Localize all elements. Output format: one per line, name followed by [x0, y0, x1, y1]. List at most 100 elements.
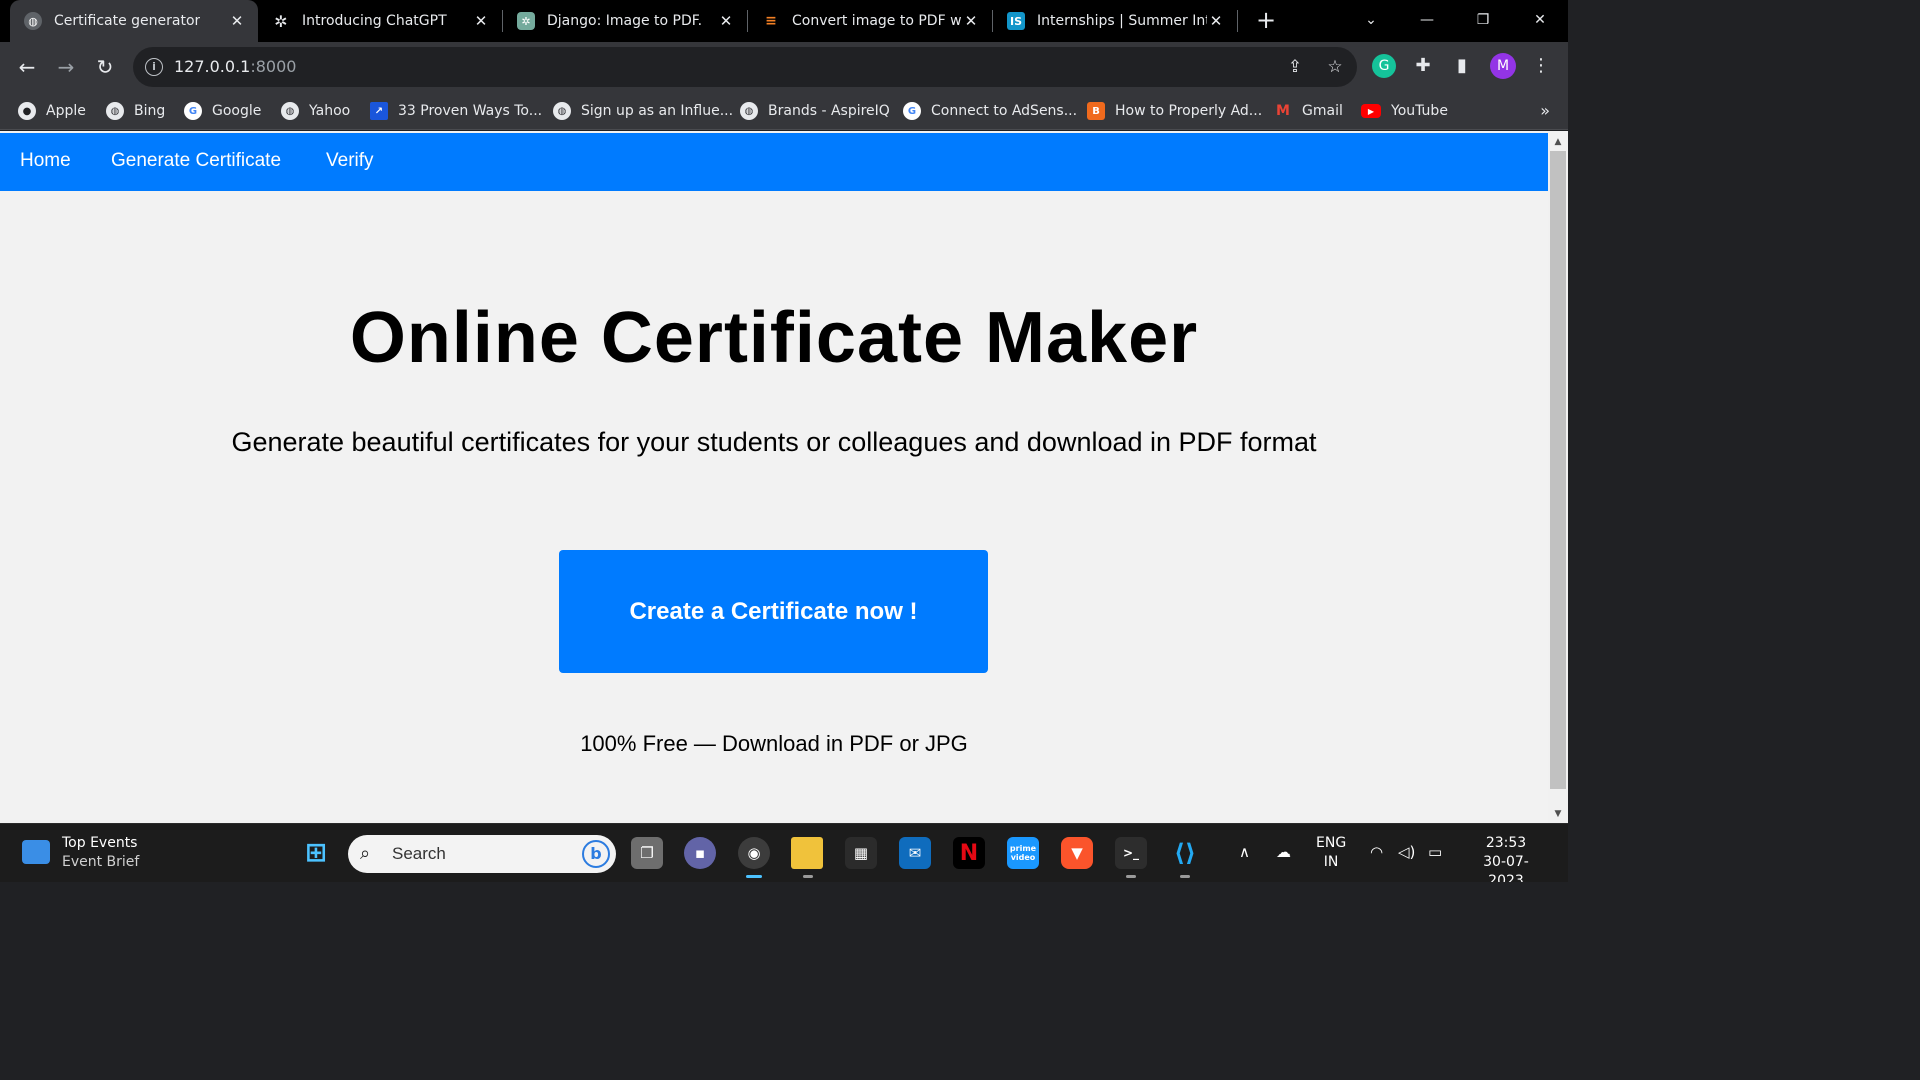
- nav-verify[interactable]: Verify: [326, 150, 374, 172]
- forward-arrow-icon[interactable]: →: [53, 54, 79, 80]
- explorer-running-indicator: [803, 875, 813, 878]
- close-icon[interactable]: ✕: [472, 12, 490, 30]
- minimize-button[interactable]: —: [1412, 8, 1442, 32]
- windows-start-icon[interactable]: ⊞: [300, 837, 332, 869]
- scrollbar-thumb[interactable]: [1550, 151, 1566, 789]
- scroll-down-arrow-icon[interactable]: ▼: [1548, 805, 1568, 823]
- onedrive-cloud-icon[interactable]: ☁: [1276, 843, 1291, 861]
- tab-search-button[interactable]: ⌄: [1356, 8, 1386, 32]
- tab-internships[interactable]: IS Internships | Summer Inte ✕: [993, 0, 1237, 42]
- close-icon[interactable]: ✕: [1207, 12, 1225, 30]
- bookmark-star-icon[interactable]: ☆: [1324, 56, 1346, 78]
- tab-django-image-to-pdf[interactable]: ✲ Django: Image to PDF. ✕: [503, 0, 747, 42]
- page-scrollbar[interactable]: ▲ ▼: [1548, 131, 1568, 823]
- close-icon[interactable]: ✕: [228, 12, 246, 30]
- side-panel-icon[interactable]: ▮: [1450, 54, 1474, 78]
- battery-icon[interactable]: ▭: [1428, 843, 1442, 861]
- bookmark-label: Gmail: [1302, 103, 1343, 119]
- pricing-note: 100% Free — Download in PDF or JPG: [580, 731, 968, 756]
- bookmark-label: Yahoo: [309, 103, 351, 119]
- create-certificate-button[interactable]: Create a Certificate now !: [559, 550, 988, 673]
- globe-icon: ◍: [553, 102, 571, 120]
- menu-kebab-icon[interactable]: ⋮: [1529, 54, 1553, 78]
- stackoverflow-icon: ≡: [765, 13, 777, 29]
- microsoft-store-icon[interactable]: ▦: [845, 837, 877, 869]
- bookmark-icon: ↗: [370, 102, 388, 120]
- clock[interactable]: 23:53 30-07-2023: [1466, 834, 1546, 882]
- tab-divider: [1237, 10, 1238, 32]
- reload-icon[interactable]: ↻: [92, 54, 118, 80]
- share-icon[interactable]: ⇪: [1284, 56, 1306, 78]
- prime-video-icon[interactable]: prime video: [1007, 837, 1039, 869]
- site-info-icon[interactable]: i: [145, 58, 163, 76]
- grammarly-icon[interactable]: G: [1372, 54, 1396, 78]
- google-icon: G: [184, 102, 202, 120]
- bookmark-gmail[interactable]: M Gmail: [1274, 100, 1343, 122]
- bookmark-33-proven-ways[interactable]: ↗ 33 Proven Ways To...: [370, 100, 542, 122]
- bookmark-yahoo[interactable]: ◍ Yahoo: [281, 100, 350, 122]
- nav-generate-certificate[interactable]: Generate Certificate: [111, 150, 281, 172]
- vscode-icon[interactable]: ⟨⟩: [1169, 837, 1201, 869]
- profile-avatar[interactable]: M: [1490, 53, 1516, 79]
- bookmark-how-to-properly[interactable]: B How to Properly Ad...: [1087, 100, 1262, 122]
- restore-button[interactable]: ❐: [1468, 8, 1498, 32]
- terminal-icon[interactable]: >_: [1115, 837, 1147, 869]
- task-view-icon[interactable]: ❐: [631, 837, 663, 869]
- region-code: IN: [1323, 854, 1339, 870]
- language-indicator[interactable]: ENG IN: [1316, 834, 1346, 872]
- language-code: ENG: [1316, 835, 1347, 851]
- address-bar[interactable]: i 127.0.0.1:8000 ⇪ ☆: [133, 47, 1357, 87]
- wifi-icon[interactable]: ◠: [1370, 843, 1383, 861]
- brave-icon[interactable]: ▼: [1061, 837, 1093, 869]
- bookmarks-overflow-button[interactable]: »: [1540, 101, 1550, 120]
- bookmark-bing[interactable]: ◍ Bing: [106, 100, 165, 122]
- tab-introducing-chatgpt[interactable]: ✲ Introducing ChatGPT ✕: [258, 0, 502, 42]
- volume-icon[interactable]: ◁): [1398, 843, 1415, 861]
- bookmark-youtube[interactable]: ▶ YouTube: [1361, 100, 1448, 122]
- bookmark-adsense[interactable]: G Connect to AdSens...: [903, 100, 1077, 122]
- back-arrow-icon[interactable]: ←: [14, 54, 40, 80]
- teams-chat-icon[interactable]: ▪: [684, 837, 716, 869]
- bookmark-label: Brands - AspireIQ: [768, 103, 890, 119]
- bookmark-label: Bing: [134, 103, 166, 119]
- bookmarks-bar: ● Apple ◍ Bing G Google ◍ Yahoo ↗ 33 Pro…: [0, 92, 1568, 130]
- screen: ◍ Certificate generator ✕ ✲ Introducing …: [0, 0, 1568, 882]
- globe-icon: ◍: [740, 102, 758, 120]
- window-close-button[interactable]: ✕: [1525, 8, 1555, 32]
- chevron-up-icon[interactable]: ∧: [1239, 843, 1250, 861]
- widget-subtitle: Event Brief: [62, 854, 140, 870]
- scroll-up-arrow-icon[interactable]: ▲: [1548, 133, 1568, 151]
- new-tab-button[interactable]: +: [1254, 8, 1278, 33]
- tab-title: Certificate generator: [54, 13, 201, 29]
- youtube-icon: ▶: [1361, 104, 1381, 118]
- chrome-running-indicator: [746, 875, 762, 878]
- nav-home[interactable]: Home: [20, 150, 71, 172]
- tab-title: Internships | Summer Inte: [1037, 13, 1207, 29]
- bookmark-sign-up-influencer[interactable]: ◍ Sign up as an Influe...: [553, 100, 733, 122]
- chrome-icon[interactable]: ◉: [738, 837, 770, 869]
- mail-icon[interactable]: ✉: [899, 837, 931, 869]
- bookmark-apple[interactable]: ● Apple: [18, 100, 86, 122]
- netflix-icon[interactable]: N: [953, 837, 985, 869]
- bookmark-google[interactable]: G Google: [184, 100, 261, 122]
- close-icon[interactable]: ✕: [962, 12, 980, 30]
- bing-icon[interactable]: b: [582, 840, 610, 868]
- tab-convert-image-to-pdf[interactable]: ≡ Convert image to PDF wit ✕: [748, 0, 992, 42]
- tab-certificate-generator[interactable]: ◍ Certificate generator ✕: [10, 0, 258, 42]
- page-viewport: Home Generate Certificate Verify Online …: [0, 131, 1568, 823]
- close-icon[interactable]: ✕: [717, 12, 735, 30]
- widgets-text[interactable]: Top Events Event Brief: [62, 834, 139, 872]
- taskbar-search-box[interactable]: ⌕ Search b: [348, 835, 616, 873]
- tab-strip: ◍ Certificate generator ✕ ✲ Introducing …: [0, 0, 1568, 42]
- apple-icon: ●: [18, 102, 36, 120]
- globe-icon: ◍: [281, 102, 299, 120]
- bookmark-aspireiq[interactable]: ◍ Brands - AspireIQ: [740, 100, 890, 122]
- blogger-icon: B: [1087, 102, 1105, 120]
- bookmark-label: YouTube: [1391, 103, 1448, 119]
- bookmark-label: Connect to AdSens...: [931, 103, 1078, 119]
- extensions-puzzle-icon[interactable]: ✚: [1411, 54, 1435, 78]
- widget-title: Top Events: [62, 835, 138, 851]
- widgets-icon[interactable]: [22, 840, 50, 864]
- file-explorer-icon[interactable]: [791, 837, 823, 869]
- tab-title: Convert image to PDF wit: [792, 13, 962, 29]
